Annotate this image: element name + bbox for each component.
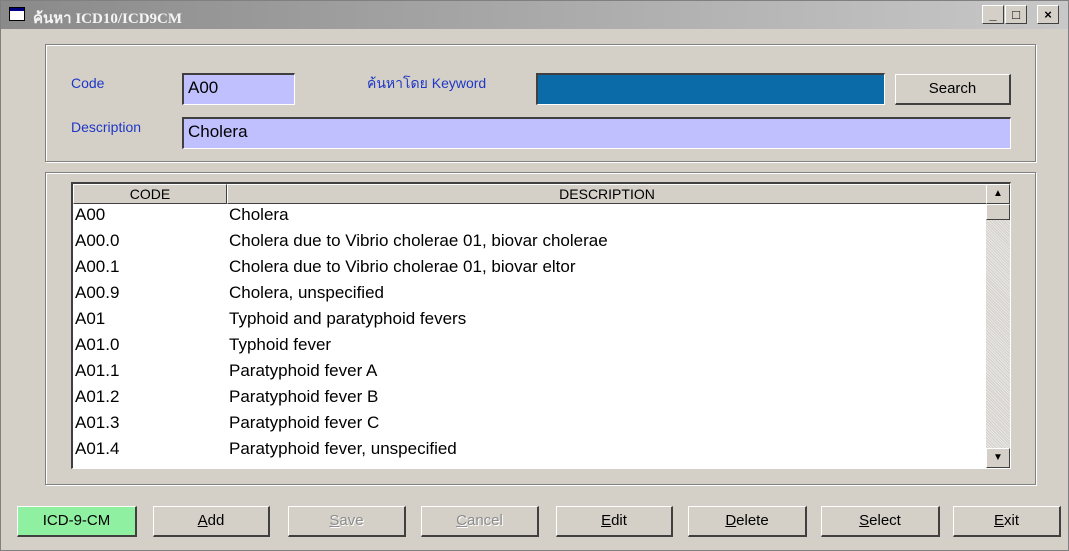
column-header-description[interactable]: DESCRIPTION bbox=[227, 184, 987, 204]
row-description: Paratyphoid fever A bbox=[229, 361, 378, 380]
row-code: A00 bbox=[75, 205, 106, 224]
row-code: A01.2 bbox=[75, 387, 120, 406]
description-field[interactable]: Cholera bbox=[182, 117, 1011, 149]
table-row[interactable]: A01.4 Paratyphoid fever, unspecified bbox=[73, 438, 983, 460]
row-description: Typhoid and paratyphoid fevers bbox=[229, 309, 467, 328]
row-code: A01.1 bbox=[75, 361, 120, 380]
table-row[interactable]: A01.1 Paratyphoid fever A bbox=[73, 360, 983, 382]
table-row[interactable]: A00 Cholera bbox=[73, 204, 983, 226]
row-code: A00.9 bbox=[75, 283, 120, 302]
keyword-field[interactable] bbox=[536, 73, 885, 105]
icd9cm-mode-button[interactable]: ICD-9-CM bbox=[17, 506, 137, 537]
vertical-scrollbar[interactable]: ▲ ▼ bbox=[986, 184, 1010, 468]
row-code: A00.1 bbox=[75, 257, 120, 276]
scroll-up-arrow-icon[interactable]: ▲ bbox=[986, 184, 1010, 204]
save-accel: S bbox=[329, 512, 340, 529]
delete-button[interactable]: Delete bbox=[688, 506, 807, 537]
close-button[interactable]: × bbox=[1037, 5, 1059, 24]
cancel-button: Cancel bbox=[421, 506, 539, 537]
scroll-thumb[interactable] bbox=[986, 204, 1010, 220]
code-field[interactable]: A00 bbox=[182, 73, 295, 105]
save-rest: ave bbox=[339, 512, 364, 529]
row-code: A01.3 bbox=[75, 413, 120, 432]
select-button[interactable]: Select bbox=[821, 506, 940, 537]
column-header-code[interactable]: CODE bbox=[73, 184, 227, 204]
row-description: Cholera, unspecified bbox=[229, 283, 384, 302]
add-accel: A bbox=[197, 512, 208, 529]
exit-rest: xit bbox=[1004, 512, 1019, 529]
row-description: Cholera bbox=[229, 205, 289, 224]
row-code: A00.0 bbox=[75, 231, 120, 250]
edit-rest: dit bbox=[611, 512, 627, 529]
select-rest: elect bbox=[869, 512, 901, 529]
cancel-rest: ancel bbox=[466, 512, 503, 529]
row-description: Paratyphoid fever B bbox=[229, 387, 379, 406]
row-code: A01.4 bbox=[75, 439, 120, 458]
icd-search-window: ค้นหา ICD10/ICD9CM _ □ × Code A00 ค้นหาโ… bbox=[0, 0, 1069, 551]
table-row[interactable]: A00.9 Cholera, unspecified bbox=[73, 282, 983, 304]
row-description: Cholera due to Vibrio cholerae 01, biova… bbox=[229, 257, 576, 276]
table-row[interactable]: A01.2 Paratyphoid fever B bbox=[73, 386, 983, 408]
add-rest: dd bbox=[207, 512, 225, 529]
table-row[interactable]: A01.3 Paratyphoid fever C bbox=[73, 412, 983, 434]
window-title: ค้นหา ICD10/ICD9CM bbox=[33, 11, 183, 27]
row-description: Cholera due to Vibrio cholerae 01, biova… bbox=[229, 231, 608, 250]
scroll-down-arrow-icon[interactable]: ▼ bbox=[986, 448, 1010, 468]
row-code: A01 bbox=[75, 309, 106, 328]
keyword-label: ค้นหาโดย Keyword bbox=[367, 75, 487, 91]
save-button: Save bbox=[288, 506, 406, 537]
edit-button[interactable]: Edit bbox=[556, 506, 673, 537]
delete-rest: elete bbox=[736, 512, 769, 529]
title-bar[interactable]: ค้นหา ICD10/ICD9CM _ □ × bbox=[1, 1, 1068, 29]
table-row[interactable]: A01 Typhoid and paratyphoid fevers bbox=[73, 308, 983, 330]
select-accel: S bbox=[859, 512, 870, 529]
table-row[interactable]: A01.0 Typhoid fever bbox=[73, 334, 983, 356]
search-button[interactable]: Search bbox=[895, 74, 1011, 105]
description-label: Description bbox=[71, 119, 142, 135]
table-row[interactable]: A00.1 Cholera due to Vibrio cholerae 01, … bbox=[73, 256, 983, 278]
table-row[interactable]: A00.0 Cholera due to Vibrio cholerae 01, … bbox=[73, 230, 983, 252]
window-icon bbox=[9, 7, 25, 21]
exit-button[interactable]: Exit bbox=[953, 506, 1061, 537]
maximize-button[interactable]: □ bbox=[1005, 5, 1027, 24]
row-description: Paratyphoid fever, unspecified bbox=[229, 439, 457, 458]
exit-accel: E bbox=[993, 512, 1004, 529]
delete-accel: D bbox=[725, 512, 737, 529]
add-button[interactable]: Add bbox=[153, 506, 270, 537]
cancel-accel: C bbox=[456, 512, 467, 529]
row-code: A01.0 bbox=[75, 335, 120, 354]
row-description: Paratyphoid fever C bbox=[229, 413, 380, 432]
results-list[interactable]: CODE DESCRIPTION A00 Cholera A00.0 Cholera… bbox=[71, 182, 1011, 469]
row-description: Typhoid fever bbox=[229, 335, 332, 354]
code-label: Code bbox=[71, 75, 105, 91]
edit-accel: E bbox=[601, 512, 612, 529]
minimize-button[interactable]: _ bbox=[982, 5, 1004, 24]
